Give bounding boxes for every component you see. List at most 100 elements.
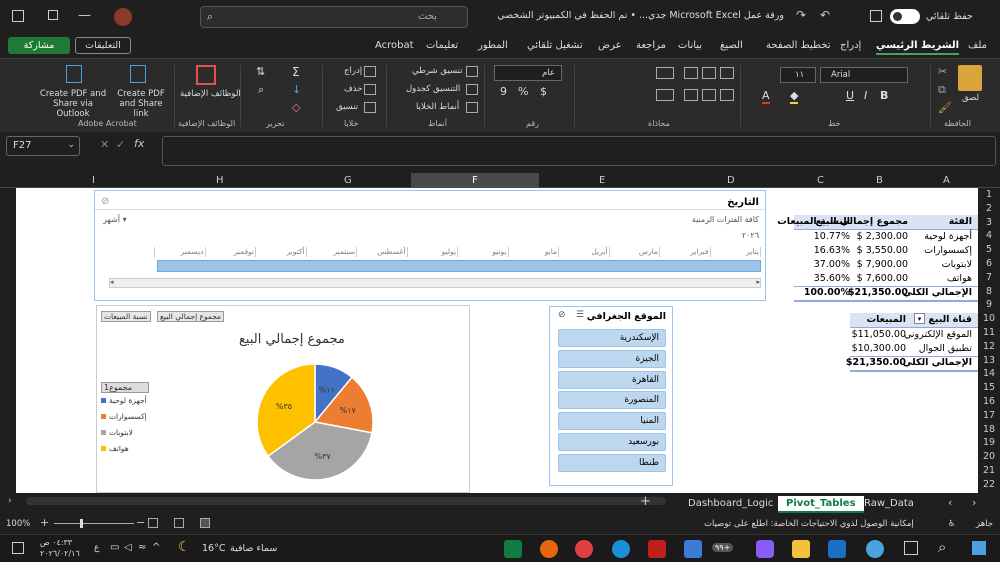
column-f[interactable]: F <box>472 175 478 186</box>
row-header[interactable]: 16 <box>980 396 998 407</box>
field-button-sum[interactable]: مجموع إجمالي البيع <box>157 311 225 322</box>
column-a[interactable]: A <box>943 175 950 186</box>
wifi-icon[interactable]: ≈ <box>138 542 146 553</box>
undo-icon[interactable]: ↶ <box>820 8 830 22</box>
merge-center-icon[interactable] <box>656 89 674 101</box>
chevron-up-icon[interactable]: ^ <box>152 542 160 553</box>
sort-filter-icon[interactable]: ⇅ <box>256 65 265 78</box>
pdf-link-icon[interactable] <box>130 65 146 83</box>
clear-filter-icon[interactable]: ⊘ <box>101 196 109 207</box>
timeline-month[interactable]: أبريل <box>591 247 607 256</box>
paste-icon[interactable] <box>958 65 982 91</box>
pie-chart[interactable]: نسبة المبيعات مجموع إجمالي البيع مجموع إ… <box>96 305 470 493</box>
legend-item[interactable]: إكسسوارات <box>101 412 147 421</box>
clear-filter-icon[interactable]: ⊘ <box>558 310 566 320</box>
pivot1-sum[interactable]: $ 3,550.00 <box>857 245 908 256</box>
pivot1-sum[interactable]: $ 2,300.00 <box>857 231 908 242</box>
outlook-icon[interactable] <box>828 540 846 558</box>
row-header[interactable]: 4 <box>980 230 998 241</box>
weather-icon[interactable]: ☾ <box>178 539 191 555</box>
conditional-format-button[interactable]: تنسيق شرطي <box>412 66 463 76</box>
row-header[interactable]: 9 <box>980 299 998 310</box>
pivot1-category[interactable]: أجهزة لوحية <box>924 231 972 242</box>
pivot1-category[interactable]: لابتوبات <box>942 259 972 270</box>
align-top-icon[interactable] <box>720 67 734 79</box>
insert-cells-button[interactable]: إدراج <box>344 66 362 76</box>
clock-time[interactable]: ٠٤:٣٣ ص <box>40 538 72 547</box>
row-header[interactable]: 17 <box>980 410 998 421</box>
pivot1-total-label[interactable]: الإجمالي الكلي <box>903 287 972 298</box>
enter-icon[interactable]: ✓ <box>116 138 125 151</box>
zoom-level[interactable]: 100% <box>6 519 30 529</box>
worksheet-grid[interactable]: الفئة مجموع إجمالي البيع النسبة المبيعات… <box>16 188 978 493</box>
file-explorer-icon[interactable] <box>792 540 810 558</box>
store-icon[interactable] <box>684 540 702 558</box>
tab-data[interactable]: بيانات <box>678 40 702 51</box>
font-name-select[interactable]: Arial <box>820 67 908 83</box>
scroll-right-icon[interactable]: ▸ <box>756 278 760 286</box>
timeline-scrollbar[interactable]: ◂ ▸ <box>109 278 761 288</box>
avatar[interactable] <box>114 8 132 26</box>
column-c[interactable]: C <box>817 175 824 186</box>
copilot-icon[interactable] <box>756 540 774 558</box>
scroll-left-icon[interactable]: ◂ <box>110 278 114 286</box>
next-sheet-icon[interactable]: › <box>972 496 976 509</box>
slicer-item[interactable]: المنيا <box>558 412 666 431</box>
timeline-month[interactable]: فبراير <box>690 247 708 256</box>
align-center-icon[interactable] <box>702 89 716 101</box>
tab-acrobat[interactable]: Acrobat <box>375 40 414 51</box>
find-select-icon[interactable]: ⌕ <box>258 83 264 97</box>
legend-item[interactable]: لابتوبات <box>101 428 133 437</box>
pivot1-category[interactable]: هواتف <box>947 273 972 284</box>
row-header[interactable]: 15 <box>980 382 998 393</box>
pivot2-channel[interactable]: الموقع الإلكتروني <box>904 329 972 340</box>
timeline-month[interactable]: سبتمبر <box>333 247 355 256</box>
pivot1-pct[interactable]: 35.60% <box>814 273 850 284</box>
filter-dropdown-icon[interactable]: ▾ <box>914 313 925 324</box>
tab-view[interactable]: عرض <box>598 40 622 51</box>
zoom-out-icon[interactable]: − <box>136 516 145 529</box>
timeline-month[interactable]: يوليو <box>442 247 456 256</box>
timeline-month[interactable]: مارس <box>639 247 658 256</box>
firefox-icon[interactable] <box>540 540 558 558</box>
start-icon[interactable] <box>972 541 986 555</box>
chrome-icon[interactable] <box>575 540 593 558</box>
tab-formulas[interactable]: الصيغ <box>720 40 743 51</box>
prev-sheet-icon[interactable]: ‹ <box>948 496 952 509</box>
row-header[interactable]: 1 <box>980 189 998 200</box>
pivot2-total-label[interactable]: الإجمالي الكلي <box>903 357 972 368</box>
field-button-pct[interactable]: نسبة المبيعات <box>101 311 151 322</box>
row-header[interactable]: 7 <box>980 272 998 283</box>
formula-input[interactable] <box>162 136 996 166</box>
autosum-icon[interactable]: Σ <box>292 65 300 79</box>
wrap-text-icon[interactable] <box>656 67 674 79</box>
tab-page-layout[interactable]: تخطيط الصفحة <box>766 40 831 51</box>
volume-icon[interactable]: ◁ <box>124 542 132 553</box>
slicer-item[interactable]: القاهرة <box>558 370 666 389</box>
align-left-icon[interactable] <box>684 89 698 101</box>
pivot2-sales[interactable]: $10,300.00 <box>852 343 906 354</box>
accessibility-status[interactable]: إمكانية الوصول لذوي الاحتياجات الخاصة: ا… <box>704 519 914 529</box>
tab-insert[interactable]: إدراج <box>840 40 861 51</box>
fill-color-icon[interactable]: ◆ <box>790 89 799 104</box>
close-icon[interactable]: — <box>78 8 91 23</box>
column-b[interactable]: B <box>876 175 883 186</box>
acrobat-icon[interactable] <box>648 540 666 558</box>
page-layout-view-icon[interactable] <box>174 518 184 528</box>
redo-icon[interactable]: ↷ <box>796 8 806 22</box>
delete-cells-button[interactable]: حذف <box>344 84 363 94</box>
zoom-slider[interactable] <box>54 523 134 524</box>
tab-developer[interactable]: المطور <box>478 40 508 51</box>
timeline-month[interactable]: مايو <box>545 247 557 256</box>
clear-icon[interactable]: ◇ <box>292 101 300 114</box>
excel-icon[interactable] <box>504 540 522 558</box>
edge-icon[interactable] <box>612 540 630 558</box>
comments-button[interactable]: التعليقات <box>75 37 131 54</box>
addins-icon[interactable] <box>196 65 216 85</box>
insert-function-icon[interactable]: fx <box>134 137 144 150</box>
minimize-icon[interactable] <box>12 10 24 22</box>
pivot1-total-sum[interactable]: $21,350.00 <box>848 287 908 298</box>
timeline-month[interactable]: ديسمبر <box>181 247 204 256</box>
timeline-slicer[interactable]: التاريخ ⊘ كافة الفترات الزمنية أشهر ▾ ٢٠… <box>94 190 766 301</box>
pivot1-header-pct[interactable]: النسبة المبيعات <box>777 216 850 227</box>
